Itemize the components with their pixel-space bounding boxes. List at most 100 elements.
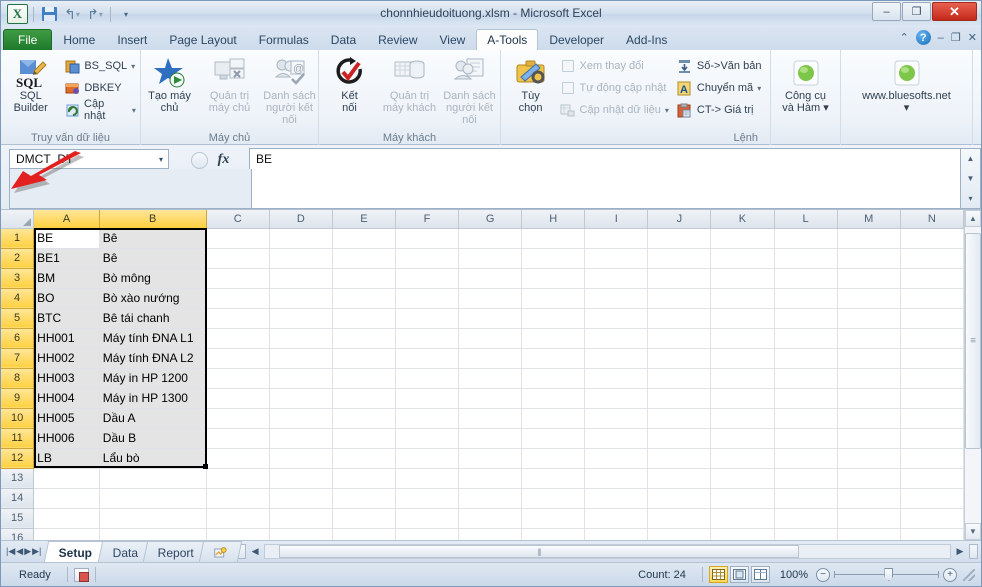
cell-A1[interactable]: BE [33,228,100,249]
cell-F13[interactable] [395,468,460,489]
row-header-6[interactable]: 6 [1,328,35,349]
cell-A2[interactable]: BE1 [33,248,100,269]
cell-K8[interactable] [710,368,775,389]
row-header-14[interactable]: 14 [1,488,35,509]
cell-D11[interactable] [269,428,333,449]
close-button[interactable]: ✕ [932,2,977,21]
cell-A11[interactable]: HH006 [33,428,100,449]
cell-N5[interactable] [900,308,964,329]
cell-J5[interactable] [647,308,712,329]
cell-J6[interactable] [647,328,712,349]
cell-F8[interactable] [395,368,460,389]
column-header-j[interactable]: J [647,210,712,229]
row-header-11[interactable]: 11 [1,428,35,449]
cell-F4[interactable] [395,288,460,309]
cell-G1[interactable] [458,228,523,249]
cell-B9[interactable]: Máy in HP 1300 [99,388,207,409]
cell-H14[interactable] [521,488,586,509]
cell-F3[interactable] [395,268,460,289]
cell-B13[interactable] [99,468,207,489]
cell-C16[interactable] [206,528,270,540]
split-handle-right[interactable] [969,544,978,559]
nav-last-icon[interactable]: ▶| [32,546,41,557]
cell-L14[interactable] [774,488,838,509]
cell-J9[interactable] [647,388,712,409]
cell-I8[interactable] [584,368,649,389]
view-changes-checkbox[interactable]: Xem thay đổi [557,56,672,76]
cell-F1[interactable] [395,228,460,249]
cell-D12[interactable] [269,448,333,469]
cell-G10[interactable] [458,408,523,429]
cell-C3[interactable] [206,268,270,289]
cell-N10[interactable] [900,408,964,429]
cell-B11[interactable]: Dầu B [99,428,207,449]
column-header-i[interactable]: I [584,210,649,229]
update-data-button[interactable]: Cập nhật dữ liệu ▾ [557,100,672,120]
cell-N3[interactable] [900,268,964,289]
cell-E15[interactable] [332,508,396,529]
cell-I3[interactable] [584,268,649,289]
convert-code-caret[interactable]: ▾ [757,84,761,93]
cell-A8[interactable]: HH003 [33,368,100,389]
cell-D15[interactable] [269,508,333,529]
cell-K2[interactable] [710,248,775,269]
cell-M11[interactable] [837,428,901,449]
cell-B16[interactable] [99,528,207,540]
cell-K13[interactable] [710,468,775,489]
ribbon-tab-view[interactable]: View [429,29,477,50]
formula-input[interactable]: BE [249,148,961,209]
cell-I1[interactable] [584,228,649,249]
cell-H11[interactable] [521,428,586,449]
row-header-9[interactable]: 9 [1,388,35,409]
hscroll-right-arrow-icon[interactable]: ▶ [953,546,967,557]
cell-J11[interactable] [647,428,712,449]
column-header-e[interactable]: E [332,210,396,229]
cell-H15[interactable] [521,508,586,529]
cell-G6[interactable] [458,328,523,349]
column-header-l[interactable]: L [774,210,838,229]
cell-N8[interactable] [900,368,964,389]
cell-E10[interactable] [332,408,396,429]
cell-N6[interactable] [900,328,964,349]
cell-A7[interactable]: HH002 [33,348,100,369]
ribbon-tab-home[interactable]: Home [52,29,106,50]
cell-H1[interactable] [521,228,586,249]
cell-K16[interactable] [710,528,775,540]
cell-D1[interactable] [269,228,333,249]
chevron-down-icon[interactable]: ▾ [159,155,166,164]
cell-L12[interactable] [774,448,838,469]
cell-N12[interactable] [900,448,964,469]
number-to-text-button[interactable]: Số->Văn bản [674,56,765,76]
cell-A6[interactable]: HH001 [33,328,100,349]
sql-builder-button[interactable]: SQL SQL Builder [2,53,59,114]
cell-J13[interactable] [647,468,712,489]
insert-function-icon[interactable]: fx [218,152,230,168]
ribbon-tab-insert[interactable]: Insert [106,29,158,50]
cell-J8[interactable] [647,368,712,389]
cell-J2[interactable] [647,248,712,269]
cell-H2[interactable] [521,248,586,269]
cell-N14[interactable] [900,488,964,509]
cell-B1[interactable]: Bê [99,228,207,249]
cell-C2[interactable] [206,248,270,269]
cell-M4[interactable] [837,288,901,309]
cell-G14[interactable] [458,488,523,509]
cell-B4[interactable]: Bò xào nướng [99,288,207,309]
connect-button[interactable]: Kết nối [321,53,379,114]
cell-C11[interactable] [206,428,270,449]
select-all-corner[interactable] [1,210,35,229]
cell-H9[interactable] [521,388,586,409]
cell-N11[interactable] [900,428,964,449]
row-header-1[interactable]: 1 [1,228,35,249]
cell-C14[interactable] [206,488,270,509]
cell-I4[interactable] [584,288,649,309]
cell-A9[interactable]: HH004 [33,388,100,409]
cell-M15[interactable] [837,508,901,529]
cell-M3[interactable] [837,268,901,289]
update-button[interactable]: Cập nhật ▾ [61,98,139,122]
cell-L16[interactable] [774,528,838,540]
cell-C6[interactable] [206,328,270,349]
cell-K10[interactable] [710,408,775,429]
cell-K3[interactable] [710,268,775,289]
cell-B3[interactable]: Bò mông [99,268,207,289]
